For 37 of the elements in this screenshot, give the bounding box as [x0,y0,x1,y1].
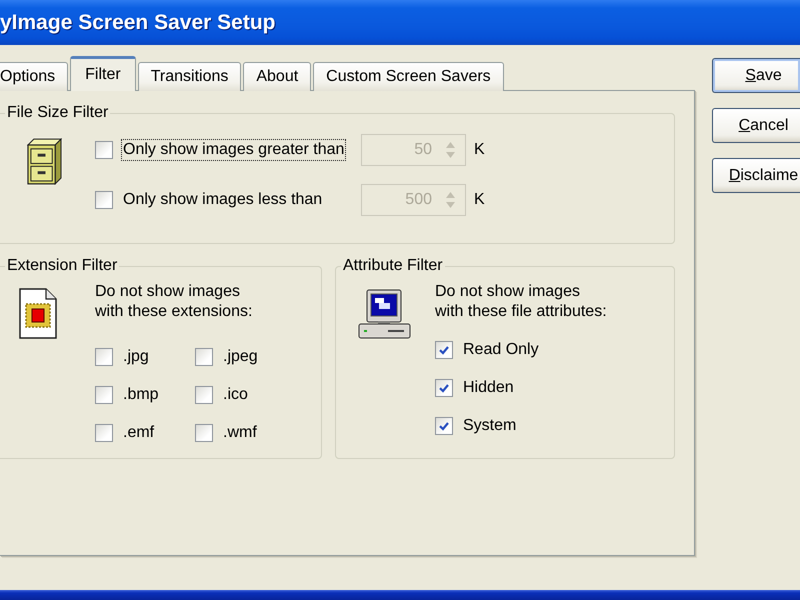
checkmark-icon [438,420,450,432]
unit-label: K [474,141,485,159]
tab[interactable]: About [243,62,312,91]
description-text: Do not show images with these extensions: [95,282,254,322]
checkbox[interactable] [435,379,453,397]
tab[interactable]: Filter [70,56,136,91]
checkbox-label[interactable]: System [463,417,516,435]
checkbox[interactable] [435,341,453,359]
tab[interactable]: Custom Screen Savers [313,62,504,91]
checkbox[interactable] [195,386,213,404]
dialog-button[interactable]: Cancel [712,108,800,143]
computer-icon [358,289,411,339]
dialog-button[interactable]: Disclaime [712,158,800,193]
checkbox[interactable] [195,424,213,442]
checkbox-label[interactable]: .jpg [123,348,149,366]
checkbox[interactable] [435,417,453,435]
checkbox[interactable] [95,348,113,366]
dialog-button[interactable]: Save [712,58,800,93]
checkbox[interactable] [95,386,113,404]
unit-label: K [474,191,485,209]
checkbox-label[interactable]: .bmp [123,386,159,404]
checkbox[interactable] [195,348,213,366]
checkmark-icon [438,344,450,356]
checkbox-label[interactable]: .jpeg [223,348,258,366]
tab[interactable]: Options [0,62,68,91]
checkbox-label[interactable]: Read Only [463,341,539,359]
checkbox-label[interactable]: .wmf [223,424,257,442]
checkbox-label[interactable]: .ico [223,386,248,404]
picture-document-icon [19,288,57,339]
file-cabinet-icon [27,138,62,185]
checkbox-label[interactable]: Hidden [463,379,514,397]
window-title: yImage Screen Saver Setup [0,10,276,34]
tab[interactable]: Transitions [138,62,242,91]
checkbox[interactable] [95,424,113,442]
checkbox-label[interactable]: .emf [123,424,154,442]
checkmark-icon [438,382,450,394]
description-text: Do not show images with these file attributes: [435,282,607,322]
